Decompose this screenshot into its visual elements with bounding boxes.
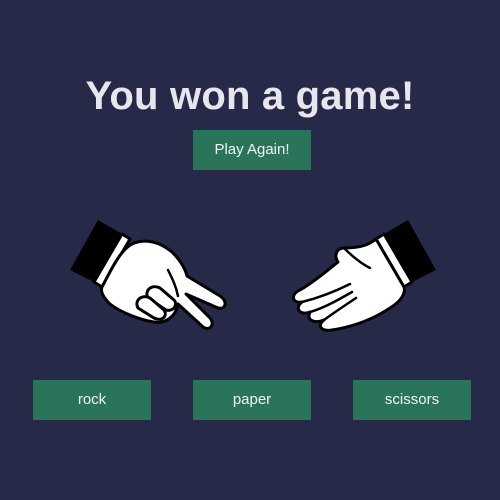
scissors-button[interactable]: scissors <box>353 380 471 420</box>
scissors-hand-icon <box>70 220 227 330</box>
play-again-button[interactable]: Play Again! <box>193 130 311 170</box>
paper-hand-icon <box>292 220 436 332</box>
rock-button[interactable]: rock <box>33 380 151 420</box>
result-title: You won a game! <box>85 74 415 118</box>
paper-button[interactable]: paper <box>193 380 311 420</box>
